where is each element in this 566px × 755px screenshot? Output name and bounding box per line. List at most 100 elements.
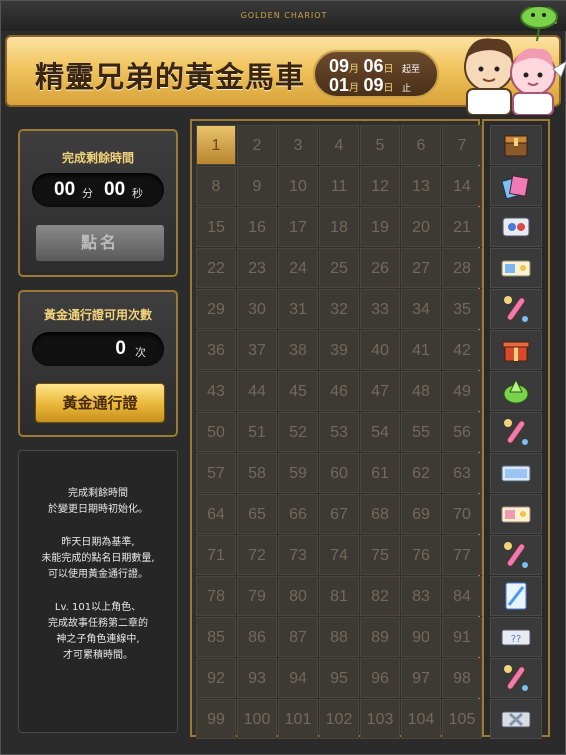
green-crystal-icon [503, 378, 529, 404]
check-in-button[interactable]: 點名 [35, 224, 165, 262]
reward-slot[interactable] [490, 330, 542, 370]
reward-slot[interactable] [490, 289, 542, 329]
day-cell: 77 [442, 535, 482, 575]
day-cell: 88 [319, 617, 359, 657]
day-cell: 8 [196, 166, 236, 206]
day-cell: 102 [319, 699, 359, 739]
day-cell: 95 [319, 658, 359, 698]
timer-minutes-unit: 分 [82, 188, 93, 200]
reward-slot[interactable] [490, 412, 542, 452]
day-cell: 10 [278, 166, 318, 206]
reward-slot[interactable] [490, 535, 542, 575]
day-cell: 24 [278, 248, 318, 288]
info-note-3-line-4: 才可累積時間。 [63, 650, 133, 661]
reward-slot[interactable] [490, 166, 542, 206]
end-tag: 止 [401, 83, 411, 93]
day-cell: 68 [360, 494, 400, 534]
timer-display: 00 分 00 秒 [32, 173, 164, 207]
day-cell: 93 [237, 658, 277, 698]
golden-pass-button[interactable]: 黃金通行證 [35, 383, 165, 423]
day-cell: 71 [196, 535, 236, 575]
day-cell: 48 [401, 371, 441, 411]
day-cell: 43 [196, 371, 236, 411]
day-cell: 9 [237, 166, 277, 206]
reward-slot[interactable] [490, 658, 542, 698]
day-cell: 3 [278, 125, 318, 165]
day-cell: 52 [278, 412, 318, 452]
day-cell: 85 [196, 617, 236, 657]
day-cell: 60 [319, 453, 359, 493]
day-cell: 86 [237, 617, 277, 657]
info-notes: 完成剩餘時間 於變更日期時初始化。 昨天日期為基準, 未能完成的點名日期數量, 可以使… [18, 450, 178, 733]
reward-slot[interactable] [490, 371, 542, 411]
day-cell: 25 [319, 248, 359, 288]
event-period: 09月 06日 起至 01月 09日 止 [313, 50, 439, 98]
reward-slot[interactable] [490, 207, 542, 247]
day-cell: 78 [196, 576, 236, 616]
day-cell: 18 [319, 207, 359, 247]
day-cell: 73 [278, 535, 318, 575]
day-cell: 16 [237, 207, 277, 247]
day-cell: 2 [237, 125, 277, 165]
reward-slot[interactable] [490, 494, 542, 534]
day-cell: 35 [442, 289, 482, 329]
day-cell: 74 [319, 535, 359, 575]
event-title: 精靈兄弟的黃金馬車 [35, 60, 306, 94]
day-cell: 69 [401, 494, 441, 534]
day-cell: 55 [401, 412, 441, 452]
day-cell: 94 [278, 658, 318, 698]
day-cell: 84 [442, 576, 482, 616]
reward-slot[interactable] [490, 248, 542, 288]
day-cell: 100 [237, 699, 277, 739]
day-cell: 12 [360, 166, 400, 206]
info-note-3-line-1: Lv. 101以上角色、 [54, 602, 142, 613]
day-cell: 64 [196, 494, 236, 534]
mascot-illustration [464, 7, 566, 115]
day-cell: 37 [237, 330, 277, 370]
info-note-2: 昨天日期為基準, 未能完成的點名日期數量, 可以使用黃金通行證。 [19, 535, 177, 583]
start-day: 06 [363, 56, 384, 76]
end-day: 09 [363, 75, 384, 95]
day-cell: 65 [237, 494, 277, 534]
day-cell: 90 [401, 617, 441, 657]
pass-count-label: 黃金通行證可用次數 [43, 308, 152, 322]
start-month-unit: 月 [349, 64, 360, 75]
coupon-blue-icon [501, 465, 531, 482]
info-note-3-line-2: 完成故事任務第二章的 [48, 618, 148, 629]
magic-scroll-icon [504, 419, 528, 445]
day-cell: 103 [360, 699, 400, 739]
day-cell: 22 [196, 248, 236, 288]
day-cell: 76 [401, 535, 441, 575]
day-cell: 87 [278, 617, 318, 657]
day-cell: 101 [278, 699, 318, 739]
day-cell: 21 [442, 207, 482, 247]
pass-count-unit: 次 [135, 347, 146, 359]
golden-chariot-window: GOLDEN CHARIOT ? × 精靈兄弟的黃金馬車 09月 06日 起至 … [0, 0, 566, 755]
reward-slot[interactable]: ?? [490, 617, 542, 657]
reward-slot[interactable] [490, 576, 542, 616]
x-ticket-icon [501, 711, 531, 728]
day-cell: 89 [360, 617, 400, 657]
day-cell: 28 [442, 248, 482, 288]
day-cell: 6 [401, 125, 441, 165]
event-banner: 精靈兄弟的黃金馬車 09月 06日 起至 01月 09日 止 [5, 7, 566, 115]
end-month: 01 [329, 75, 350, 95]
day-cell: 50 [196, 412, 236, 452]
info-note-2-line-3: 可以使用黃金通行證。 [48, 569, 148, 580]
day-cell: 57 [196, 453, 236, 493]
day-cell: 75 [360, 535, 400, 575]
start-tag: 起至 [401, 64, 420, 74]
reward-slot[interactable] [490, 125, 542, 165]
day-cell: 62 [401, 453, 441, 493]
magic-scroll-icon [504, 542, 528, 568]
reward-slot[interactable] [490, 453, 542, 493]
day-cell: 80 [278, 576, 318, 616]
day-cell: 91 [442, 617, 482, 657]
reward-slot[interactable] [490, 699, 542, 739]
end-day-unit: 日 [383, 83, 394, 94]
day-cell: 41 [401, 330, 441, 370]
info-note-1: 完成剩餘時間 於變更日期時初始化。 [19, 486, 177, 518]
card-pack-icon [501, 175, 530, 200]
day-cell: 82 [360, 576, 400, 616]
day-cell: 58 [237, 453, 277, 493]
